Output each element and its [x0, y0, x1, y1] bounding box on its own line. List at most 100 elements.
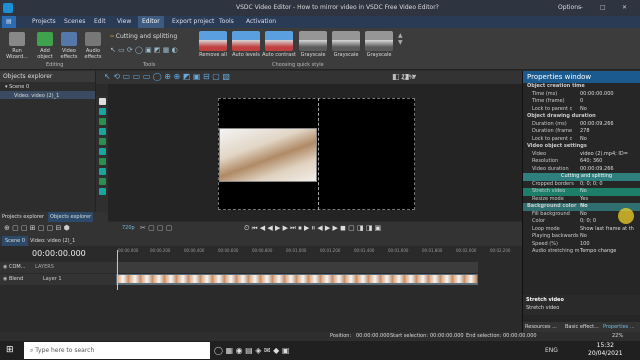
taskbar-apps[interactable]: ◯ ▦ ◉ ▤ ◈ ✉ ◆ ▣ [214, 341, 289, 360]
video-frame-preview[interactable] [219, 128, 317, 182]
sprite-tool-icon[interactable] [98, 168, 106, 175]
edit-icons[interactable]: ✂ ▢ ▢ ▢ [140, 224, 172, 232]
menu-view[interactable]: View [113, 16, 135, 28]
subtitle-tool-icon[interactable] [98, 188, 106, 195]
tab-objects-explorer[interactable]: Objects explorer [48, 212, 94, 222]
property-value[interactable]: No [580, 106, 587, 114]
property-row[interactable]: Duration (ms) 00:00:09.266 [523, 121, 640, 129]
quick-style-grayscale-1[interactable]: Grayscale [296, 31, 330, 61]
property-row[interactable]: Audio stretching m Tempo change [523, 248, 640, 256]
windows-start-icon[interactable]: ⊞ [6, 341, 14, 360]
property-value[interactable]: video (2).mp4; ID= [580, 151, 628, 159]
image-tool-icon[interactable] [98, 118, 106, 125]
property-row[interactable]: Video duration 00:00:09.266 [523, 166, 640, 174]
options-button[interactable]: Options [558, 0, 581, 16]
menu-projects[interactable]: Projects [28, 16, 60, 28]
tab-basic-effects[interactable]: Basic effect... [565, 322, 599, 332]
tab-video-object[interactable]: Video: video (2)_1 [30, 236, 75, 246]
resolution-select[interactable]: 720p [122, 225, 135, 231]
property-value[interactable]: Show last frame at th [580, 226, 634, 234]
menu-scenes[interactable]: Scenes [60, 16, 89, 28]
menu-edit[interactable]: Edit [90, 16, 110, 28]
quick-style-auto-levels[interactable]: Auto levels [229, 31, 263, 61]
minimize-button[interactable]: – [580, 0, 583, 16]
property-row[interactable]: Stretch video No [523, 188, 640, 196]
eye-icon[interactable]: ◉ [0, 276, 7, 282]
shape-tool-icon[interactable] [98, 128, 106, 135]
quick-style-remove-all[interactable]: Remove all [196, 31, 230, 61]
property-value[interactable]: 00:00:00.000 [580, 91, 614, 99]
menu-tools[interactable]: Tools [215, 16, 238, 28]
property-section[interactable]: Object drawing duration [523, 113, 640, 121]
taskbar-clock[interactable]: 15:32 20/04/2021 [588, 342, 623, 358]
property-section[interactable]: Object creation time [523, 83, 640, 91]
menu-activation[interactable]: Activation [242, 16, 280, 28]
maximize-button[interactable]: □ [600, 0, 606, 16]
track-header-layer1[interactable]: ◉ Blend Layer 1 [0, 274, 116, 285]
property-value[interactable]: 00:00:09.266 [580, 166, 614, 174]
eye-icon[interactable]: ◉ [0, 264, 7, 270]
property-value[interactable]: No [580, 136, 587, 144]
chart-tool-icon[interactable] [98, 158, 106, 165]
video-effects-button[interactable]: Video effects [58, 32, 80, 60]
menu-editor[interactable]: Editor [138, 16, 164, 28]
property-value[interactable]: 278 [580, 128, 590, 136]
property-value[interactable]: No [580, 188, 587, 196]
property-value[interactable]: No [580, 233, 587, 241]
property-value[interactable]: No [580, 203, 588, 211]
property-row[interactable]: Lock to parent c No [523, 106, 640, 114]
property-row[interactable]: Cutting and splitting [523, 173, 640, 181]
property-row[interactable]: Loop mode Show last frame at th [523, 226, 640, 234]
property-value[interactable]: 0 [580, 98, 583, 106]
tools-icons-row[interactable]: ↖ ▭ ⟳ ◯ ▣ ◩ ▦ ◐ [110, 46, 194, 56]
video-clip[interactable] [116, 274, 478, 285]
audio-effects-button[interactable]: Audio effects [82, 32, 104, 60]
property-row[interactable]: Speed (%) 100 [523, 241, 640, 249]
property-value[interactable]: 100 [580, 241, 590, 249]
property-value[interactable]: 0; 0; 0; 0 [580, 181, 603, 189]
track-tools-icons[interactable]: ⊕ ▢ ▢ ⊞ ▢ ▢ ⊟ ⬢ [4, 224, 70, 232]
track-header-layers[interactable]: ◉ COM... LAYERS [0, 262, 116, 273]
add-object-button[interactable]: Add object [34, 32, 56, 60]
text-tool-icon[interactable] [98, 108, 106, 115]
taskbar-search-box[interactable]: ⌕ Type here to search [24, 342, 210, 359]
tree-scene[interactable]: ▾ Scene 0 [0, 82, 95, 90]
effect-tool-icon[interactable] [98, 178, 106, 185]
tab-scene[interactable]: Scene 0 [2, 236, 29, 246]
tab-projects-explorer[interactable]: Projects explorer [2, 214, 44, 220]
property-row[interactable]: Video video (2).mp4; ID= [523, 151, 640, 159]
property-section[interactable]: Video object settings [523, 143, 640, 151]
property-value[interactable]: 0; 0; 0 [580, 218, 596, 226]
property-value[interactable]: No [580, 211, 587, 219]
close-button[interactable]: ✕ [622, 0, 627, 16]
property-row[interactable]: Duration (frame 278 [523, 128, 640, 136]
property-row[interactable]: Playing backwards No [523, 233, 640, 241]
property-value[interactable]: 00:00:09.266 [580, 121, 614, 129]
property-row[interactable]: Time (frame) 0 [523, 98, 640, 106]
pointer-icon[interactable] [98, 98, 106, 105]
canvas-tools-icons[interactable]: ↖ ⟲ ▭ ▭ ▭ ◯ ⊕ ⊕ ◩ ▣ ⊟ ▢ ▧ [104, 72, 230, 81]
run-wizard-button[interactable]: Run Wizard... [3, 32, 31, 60]
video-tool-icon[interactable] [98, 138, 106, 145]
tree-video-item[interactable]: Video: video (2)_1 [0, 91, 95, 99]
cutting-splitting-button[interactable]: ✂ Cutting and splitting [110, 33, 177, 40]
menu-export-project[interactable]: Export project [168, 16, 218, 28]
quick-style-grayscale-3[interactable]: Grayscale [362, 31, 396, 61]
property-value[interactable]: Yes [580, 196, 588, 204]
audio-tool-icon[interactable] [98, 148, 106, 155]
quick-style-auto-contrast[interactable]: Auto contrast [262, 31, 296, 61]
property-value[interactable]: Tempo change [580, 248, 616, 256]
file-menu-icon[interactable]: ▤ [2, 16, 16, 28]
transport-controls[interactable]: ⏲ ⏮ ◀ ◀ ▶ ▶ ⏭ ⏹ ▶ ⏸ ◀ ▶ ▶ ◼ ▢ ◨ ◨ ▣ [244, 224, 381, 233]
property-value[interactable]: 640; 360 [580, 158, 602, 166]
property-row[interactable]: Time (ms) 00:00:00.000 [523, 91, 640, 99]
tab-resources[interactable]: Resources ... [525, 322, 557, 332]
quick-style-scroll[interactable]: ▲ ▼ [398, 32, 404, 60]
property-value[interactable]: Cutting and splitting [561, 173, 612, 181]
property-row[interactable]: Cropped borders 0; 0; 0; 0 [523, 181, 640, 189]
property-row[interactable]: Lock to parent c No [523, 136, 640, 144]
property-row[interactable]: Resolution 640; 360 [523, 158, 640, 166]
tab-properties[interactable]: Properties ... [603, 322, 635, 332]
quick-style-grayscale-2[interactable]: Grayscale [329, 31, 363, 61]
zoom-select[interactable]: 22% [401, 74, 414, 81]
